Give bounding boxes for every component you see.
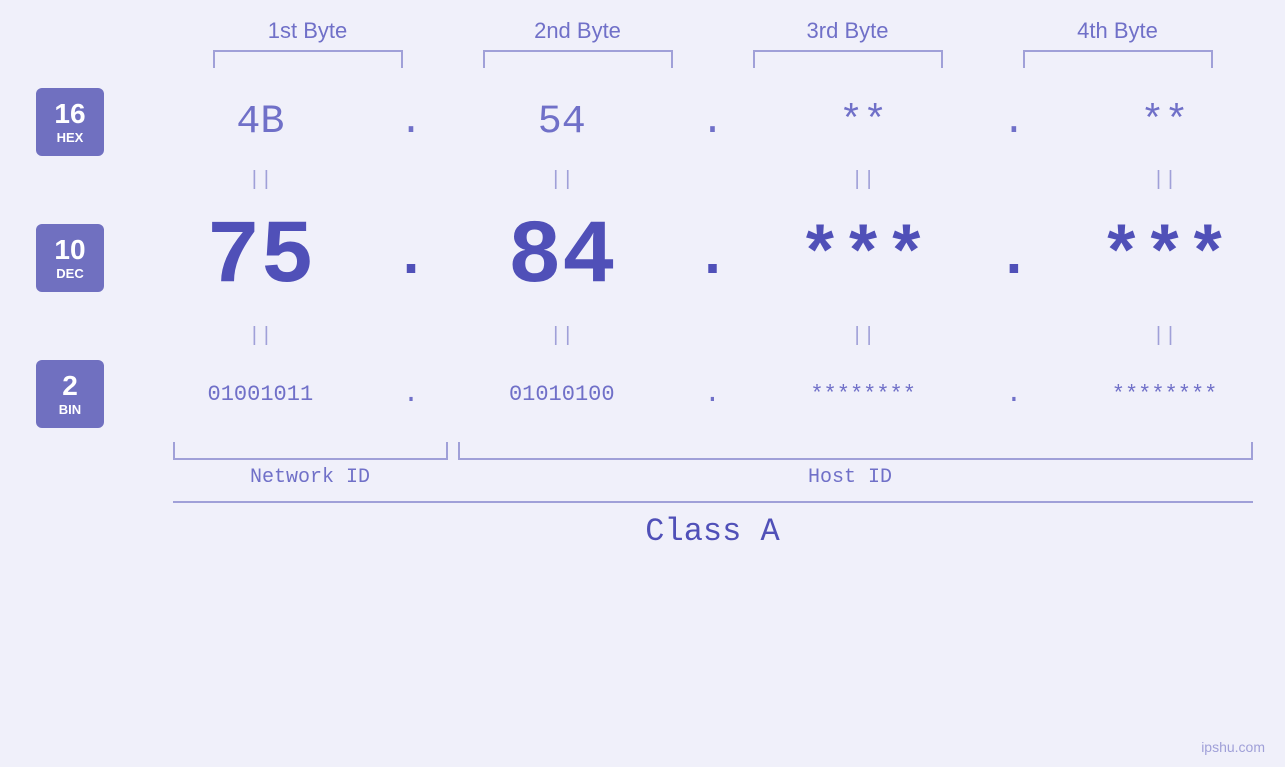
hex-base-label: HEX xyxy=(57,130,84,145)
dec-byte1-value: 75 xyxy=(206,207,314,309)
equals-2-2: || xyxy=(452,325,672,348)
equals-2-3: || xyxy=(753,325,973,348)
hex-byte3-value: ** xyxy=(839,100,887,145)
dec-byte3-cell: *** xyxy=(753,217,973,299)
bin-row: 2 BIN 01001011 . 01010100 . ******** . *… xyxy=(0,354,1285,434)
top-brackets-row xyxy=(173,50,1253,68)
bin-byte2-cell: 01010100 xyxy=(452,382,672,407)
dec-byte2-cell: 84 xyxy=(452,207,672,309)
class-row: Class A xyxy=(173,501,1253,550)
byte-headers-row: 1st Byte 2nd Byte 3rd Byte 4th Byte xyxy=(173,18,1253,44)
hex-byte4-value: ** xyxy=(1141,100,1189,145)
dec-badge-area: 10 DEC xyxy=(0,216,140,300)
equals-2-4: || xyxy=(1055,325,1275,348)
hex-byte4-cell: ** xyxy=(1055,100,1275,145)
equals-1-3: || xyxy=(753,169,973,192)
dec-dot3: . xyxy=(994,224,1034,292)
dec-values-area: 75 . 84 . *** . *** xyxy=(140,207,1285,309)
hex-byte2-value: 54 xyxy=(538,100,586,145)
bin-byte3-cell: ******** xyxy=(753,382,973,407)
bin-base-number: 2 xyxy=(62,371,78,402)
bin-byte2-value: 01010100 xyxy=(509,382,615,407)
dec-badge: 10 DEC xyxy=(36,224,104,292)
dec-byte2-value: 84 xyxy=(508,207,616,309)
hex-badge-area: 16 HEX xyxy=(0,80,140,164)
bin-badge-area: 2 BIN xyxy=(0,352,140,436)
byte1-header: 1st Byte xyxy=(198,18,418,44)
hex-dot2: . xyxy=(692,100,732,145)
byte3-header: 3rd Byte xyxy=(738,18,958,44)
hex-dot3: . xyxy=(994,100,1034,145)
bin-base-label: BIN xyxy=(59,402,81,417)
class-label: Class A xyxy=(645,513,779,550)
bottom-labels: Network ID Host ID xyxy=(173,466,1253,489)
bottom-bracket-network xyxy=(173,442,448,460)
hex-byte3-cell: ** xyxy=(753,100,973,145)
hex-byte1-value: 4B xyxy=(236,100,284,145)
host-id-label: Host ID xyxy=(448,466,1253,489)
network-id-label: Network ID xyxy=(173,466,448,489)
bin-byte1-value: 01001011 xyxy=(208,382,314,407)
dec-base-number: 10 xyxy=(54,235,85,266)
hex-base-number: 16 xyxy=(54,99,85,130)
equals-row-1: || || || || xyxy=(0,162,1285,198)
main-container: 1st Byte 2nd Byte 3rd Byte 4th Byte 16 H… xyxy=(0,0,1285,767)
bin-badge: 2 BIN xyxy=(36,360,104,428)
equals-2-1: || xyxy=(150,325,370,348)
dec-row: 10 DEC 75 . 84 . *** . *** xyxy=(0,198,1285,318)
bin-byte1-cell: 01001011 xyxy=(150,382,370,407)
equals-1-4: || xyxy=(1055,169,1275,192)
top-bracket-1 xyxy=(213,50,403,68)
top-bracket-2 xyxy=(483,50,673,68)
equals-values-area-1: || || || || xyxy=(140,169,1285,192)
dec-byte1-cell: 75 xyxy=(150,207,370,309)
hex-dot1: . xyxy=(391,100,431,145)
bottom-section: Network ID Host ID xyxy=(173,442,1253,489)
dec-base-label: DEC xyxy=(56,266,83,281)
hex-badge: 16 HEX xyxy=(36,88,104,156)
equals-1-1: || xyxy=(150,169,370,192)
bin-values-area: 01001011 . 01010100 . ******** . *******… xyxy=(140,379,1285,410)
bin-byte3-value: ******** xyxy=(810,382,916,407)
equals-row-2: || || || || xyxy=(0,318,1285,354)
bottom-bracket-host xyxy=(458,442,1253,460)
bin-dot1: . xyxy=(391,379,431,410)
dec-byte4-value: *** xyxy=(1100,217,1230,299)
top-bracket-4 xyxy=(1023,50,1213,68)
watermark: ipshu.com xyxy=(1201,739,1265,755)
bin-dot2: . xyxy=(692,379,732,410)
bottom-brackets xyxy=(173,442,1253,460)
byte2-header: 2nd Byte xyxy=(468,18,688,44)
hex-byte1-cell: 4B xyxy=(150,100,370,145)
bin-byte4-cell: ******** xyxy=(1055,382,1275,407)
dec-byte4-cell: *** xyxy=(1055,217,1275,299)
dec-byte3-value: *** xyxy=(798,217,928,299)
hex-row: 16 HEX 4B . 54 . ** . ** xyxy=(0,82,1285,162)
top-bracket-3 xyxy=(753,50,943,68)
hex-values-area: 4B . 54 . ** . ** xyxy=(140,100,1285,145)
hex-byte2-cell: 54 xyxy=(452,100,672,145)
equals-values-area-2: || || || || xyxy=(140,325,1285,348)
dec-dot2: . xyxy=(692,224,732,292)
byte4-header: 4th Byte xyxy=(1008,18,1228,44)
bin-byte4-value: ******** xyxy=(1112,382,1218,407)
equals-1-2: || xyxy=(452,169,672,192)
bin-dot3: . xyxy=(994,379,1034,410)
dec-dot1: . xyxy=(391,224,431,292)
